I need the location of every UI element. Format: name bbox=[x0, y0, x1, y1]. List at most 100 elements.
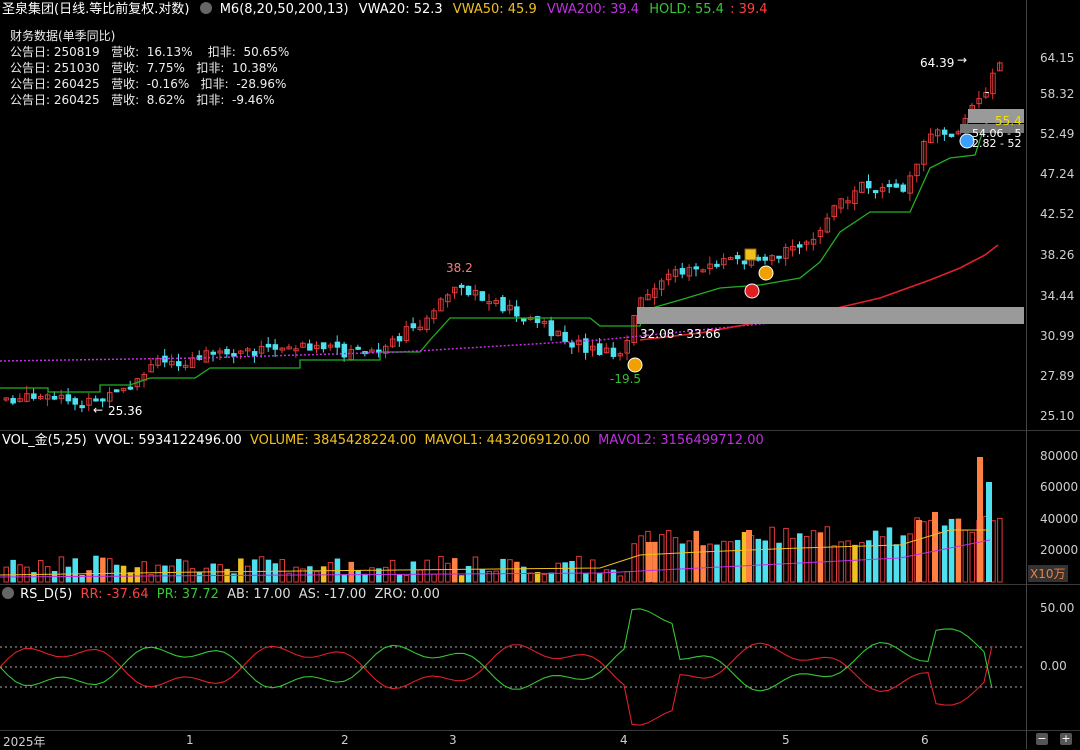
zoom-in-button[interactable]: + bbox=[1060, 733, 1072, 745]
rs-header: RS_D(5) RR: -37.64 PR: 37.72 AB: 17.00 A… bbox=[2, 587, 440, 603]
candle-body bbox=[941, 129, 948, 135]
rs-indicator-name[interactable]: RS_D(5) bbox=[20, 587, 72, 602]
vol-indicator-name[interactable]: VOL_金(5,25) bbox=[2, 433, 87, 448]
volume-header: VOL_金(5,25) VVOL: 5934122496.00 VOLUME: … bbox=[2, 433, 764, 449]
volume-bar bbox=[948, 518, 955, 583]
candle-body bbox=[100, 398, 106, 402]
rs-tick: 0.00 bbox=[1040, 659, 1067, 673]
volume-bar bbox=[182, 560, 189, 583]
candle-body bbox=[31, 393, 37, 399]
volume-bar bbox=[417, 569, 423, 583]
volume-bar bbox=[17, 564, 23, 583]
time-tick: 5 bbox=[782, 733, 790, 747]
volume-tick: 60000 bbox=[1040, 480, 1079, 494]
volume-bar bbox=[824, 526, 831, 583]
volume-bar bbox=[962, 529, 969, 583]
candle-body bbox=[514, 306, 520, 317]
volume-bar bbox=[245, 565, 251, 583]
candle-body bbox=[872, 190, 879, 194]
volume-bar bbox=[396, 574, 403, 583]
volume-bar bbox=[341, 574, 348, 583]
low-price-label: 25.36 bbox=[108, 404, 143, 418]
volume-bar bbox=[403, 574, 410, 583]
candle-body bbox=[307, 343, 313, 351]
volume-bar bbox=[714, 544, 720, 583]
volume-bar bbox=[355, 570, 361, 583]
volume-bar bbox=[831, 545, 837, 583]
volume-bar bbox=[569, 560, 575, 583]
volume-bar bbox=[100, 557, 106, 583]
kline-chart[interactable] bbox=[0, 0, 1080, 749]
pr-value: PR: 37.72 bbox=[156, 587, 219, 602]
volume-bar bbox=[521, 566, 527, 583]
candle-body bbox=[251, 351, 258, 356]
candle-body bbox=[569, 342, 575, 348]
volume-bar bbox=[997, 517, 1003, 583]
volume-tick: 40000 bbox=[1040, 512, 1079, 526]
volume-bar bbox=[107, 558, 113, 583]
volume-unit-button[interactable]: X10万 bbox=[1028, 565, 1068, 582]
candle-body bbox=[900, 184, 906, 192]
candle-body bbox=[355, 346, 361, 350]
volume-bar bbox=[141, 561, 147, 583]
volume-tick: 20000 bbox=[1040, 543, 1079, 557]
volume-bar bbox=[327, 562, 334, 583]
volume-bar bbox=[734, 540, 741, 583]
volume-bar bbox=[562, 562, 568, 583]
candle-body bbox=[231, 353, 237, 357]
buy-signal-icon bbox=[758, 265, 774, 281]
volume-bar bbox=[845, 540, 851, 583]
candle-body bbox=[224, 348, 230, 355]
volume-bar bbox=[624, 571, 630, 583]
rr-line bbox=[0, 642, 993, 726]
volume-bar bbox=[431, 573, 437, 583]
time-tick: 6 bbox=[921, 733, 929, 747]
candle-body bbox=[458, 284, 465, 288]
volume-bar bbox=[646, 542, 652, 582]
time-tick: 2 bbox=[341, 733, 349, 747]
volume-bar bbox=[72, 558, 78, 583]
volume-bar bbox=[700, 545, 706, 583]
volume-bar bbox=[969, 531, 975, 583]
candle-body bbox=[465, 285, 472, 296]
volume-bar bbox=[410, 561, 417, 583]
zoom-out-button[interactable]: − bbox=[1036, 733, 1048, 745]
candle-body bbox=[548, 320, 555, 337]
volume-bar bbox=[955, 518, 962, 583]
volume-tick: 80000 bbox=[1040, 449, 1079, 463]
volume-bar bbox=[507, 559, 513, 583]
volume-bar bbox=[866, 540, 872, 583]
candle-body bbox=[893, 183, 900, 188]
volume-bar bbox=[932, 512, 938, 582]
mavol1-line bbox=[0, 529, 990, 576]
volume-bar bbox=[424, 559, 430, 583]
hold-tag: 55.4 bbox=[995, 114, 1022, 128]
time-tick: 4 bbox=[620, 733, 628, 747]
volume-bar bbox=[176, 558, 182, 583]
volume-bar bbox=[900, 535, 906, 583]
volume-bar bbox=[93, 555, 99, 583]
candle-body bbox=[93, 398, 99, 402]
candle-body bbox=[79, 405, 85, 409]
volume-bar bbox=[755, 538, 762, 583]
volume-bar bbox=[893, 544, 900, 583]
volume-bar bbox=[458, 575, 465, 583]
time-tick: 3 bbox=[449, 733, 457, 747]
volume-bar bbox=[493, 570, 499, 583]
volume-bar bbox=[169, 565, 175, 583]
volume-bar bbox=[886, 527, 893, 583]
candle-body bbox=[521, 318, 527, 322]
volume-bar bbox=[838, 541, 844, 583]
settings-circle-icon[interactable] bbox=[2, 587, 14, 599]
volume-bar bbox=[541, 573, 548, 583]
volume-bar bbox=[617, 575, 624, 583]
volume-bar bbox=[852, 544, 858, 583]
volume-bar bbox=[707, 543, 713, 583]
add-signal-icon bbox=[744, 283, 760, 299]
candle-body bbox=[265, 343, 272, 348]
candle-body bbox=[679, 268, 686, 275]
candle-body bbox=[479, 291, 486, 301]
volume-bar bbox=[389, 559, 396, 583]
candle-body bbox=[127, 386, 134, 390]
volume-bar bbox=[916, 520, 922, 582]
